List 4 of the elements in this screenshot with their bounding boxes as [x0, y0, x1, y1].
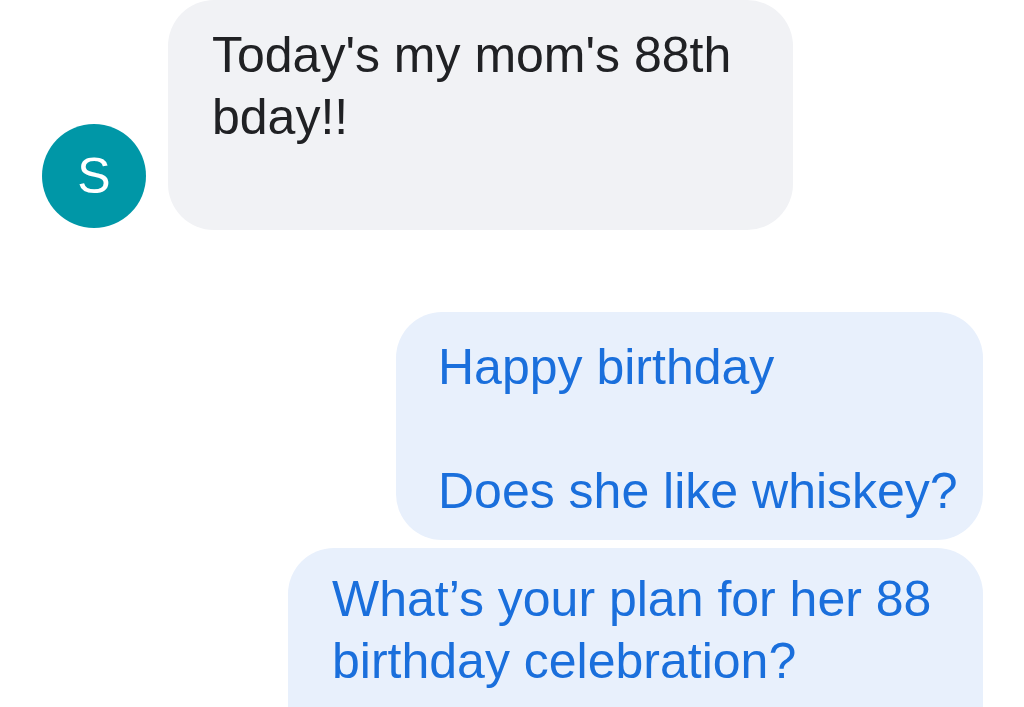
- sent-message: What’s your plan for her 88 birthday celebration?: [288, 548, 983, 707]
- received-message: Today's my mom's 88th bday!!: [168, 0, 793, 230]
- sent-message: Happy birthday Does she like whiskey?: [396, 312, 983, 540]
- sender-avatar: S: [42, 124, 146, 228]
